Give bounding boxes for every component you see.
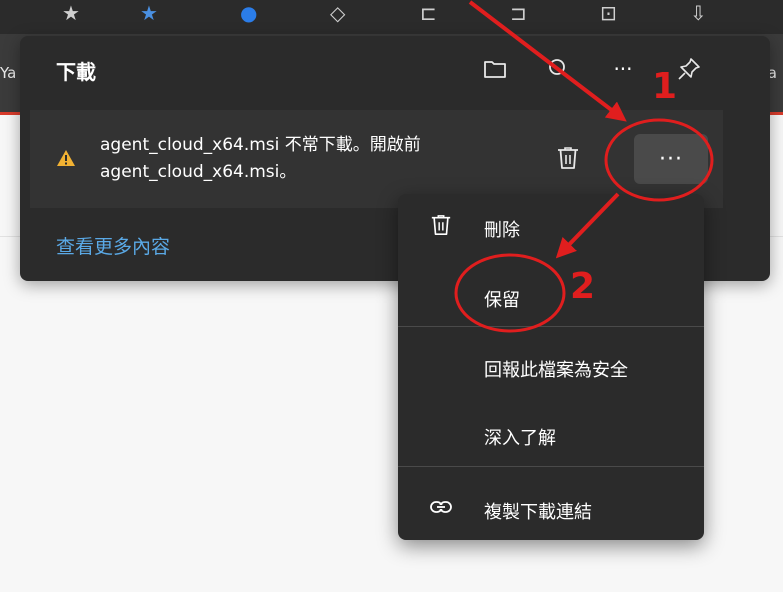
menu-item-keep[interactable]: 保留 bbox=[398, 274, 704, 318]
folder-icon[interactable] bbox=[478, 52, 512, 86]
menu-item-learn-more[interactable]: 深入了解 bbox=[398, 412, 704, 456]
download-message-line1: agent_cloud_x64.msi 不常下載。開啟前 bbox=[100, 135, 421, 155]
menu-item-label: 保留 bbox=[484, 290, 520, 311]
warning-icon bbox=[56, 148, 76, 168]
menu-item-delete[interactable]: 刪除 bbox=[398, 204, 704, 248]
menu-item-label: 回報此檔案為安全 bbox=[484, 360, 628, 381]
bookmark-fragment-left[interactable]: Ya bbox=[0, 64, 16, 82]
toolbar-collections-icon[interactable]: ⊐ bbox=[510, 2, 527, 24]
toolbar-puzzle-icon[interactable]: ◇ bbox=[330, 2, 345, 24]
toolbar-star-icon[interactable]: ★ bbox=[62, 2, 80, 24]
toolbar-download-icon[interactable]: ⇩ bbox=[690, 2, 707, 24]
trash-icon bbox=[428, 212, 454, 238]
delete-download-button[interactable] bbox=[550, 140, 586, 176]
menu-separator bbox=[398, 466, 704, 467]
toolbar-tab-icon[interactable]: ⊡ bbox=[600, 2, 617, 24]
more-options-icon[interactable]: ··· bbox=[606, 52, 640, 86]
link-icon bbox=[428, 494, 454, 520]
menu-item-copy-link[interactable]: 複製下載連結 bbox=[398, 486, 704, 530]
downloads-title: 下載 bbox=[56, 60, 96, 84]
see-more-link[interactable]: 查看更多內容 bbox=[56, 232, 170, 259]
search-icon[interactable] bbox=[542, 52, 576, 86]
menu-item-label: 複製下載連結 bbox=[484, 502, 592, 523]
download-warning-message: agent_cloud_x64.msi 不常下載。開啟前 agent_cloud… bbox=[100, 132, 542, 186]
trash-icon bbox=[558, 147, 578, 169]
menu-item-report-safe[interactable]: 回報此檔案為安全 bbox=[398, 344, 704, 388]
download-message-line2: agent_cloud_x64.msi。 bbox=[100, 162, 297, 182]
browser-toolbar: ★ ★ ● ◇ ⊏ ⊐ ⊡ ⇩ bbox=[0, 0, 783, 34]
menu-separator bbox=[398, 326, 704, 327]
annotation-step-2: 2 bbox=[570, 266, 596, 307]
annotation-step-1: 1 bbox=[652, 66, 678, 107]
toolbar-extension-icon[interactable]: ● bbox=[240, 2, 257, 24]
menu-item-label: 刪除 bbox=[484, 220, 520, 241]
toolbar-favorite-icon[interactable]: ★ bbox=[140, 2, 158, 24]
pin-icon[interactable] bbox=[672, 52, 706, 86]
toolbar-split-icon[interactable]: ⊏ bbox=[420, 2, 437, 24]
download-context-menu: 刪除 保留 回報此檔案為安全 深入了解 複製下載連結 bbox=[398, 194, 704, 540]
menu-item-label: 深入了解 bbox=[484, 428, 556, 449]
download-more-actions-button[interactable]: ··· bbox=[634, 134, 708, 184]
